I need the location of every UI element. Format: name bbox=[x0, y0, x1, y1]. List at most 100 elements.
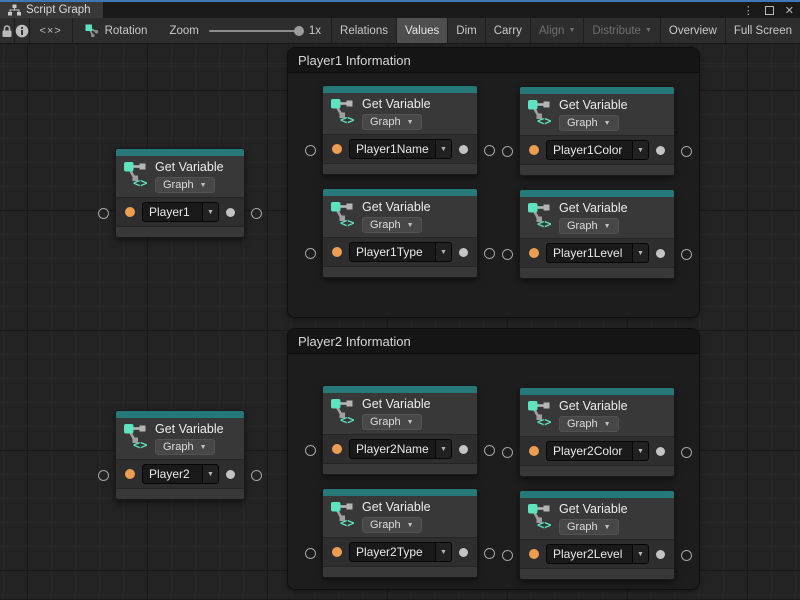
output-connection-point[interactable] bbox=[484, 248, 495, 259]
value-output-port[interactable] bbox=[226, 470, 235, 479]
variable-name-dropdown[interactable]: Player2Type ▼ bbox=[349, 542, 452, 562]
variable-dropdown-button[interactable]: ▼ bbox=[435, 440, 451, 458]
node-get-variable-player2[interactable]: <> Get Variable Graph ▼ Player2 ▼ bbox=[115, 410, 245, 500]
node-get-variable-player2color[interactable]: <> Get Variable Graph ▼ Player2Color ▼ bbox=[519, 387, 675, 477]
node-header-strip bbox=[520, 190, 674, 197]
input-connection-point[interactable] bbox=[305, 548, 316, 559]
toolbar-button-carry[interactable]: Carry bbox=[485, 18, 530, 43]
output-connection-point[interactable] bbox=[251, 470, 262, 481]
value-output-port[interactable] bbox=[459, 445, 468, 454]
variable-scope-dropdown[interactable]: Graph ▼ bbox=[559, 519, 619, 535]
value-output-port[interactable] bbox=[656, 550, 665, 559]
variable-scope-dropdown[interactable]: Graph ▼ bbox=[559, 416, 619, 432]
input-connection-point[interactable] bbox=[305, 145, 316, 156]
variable-dropdown-button[interactable]: ▼ bbox=[632, 244, 648, 262]
node-get-variable-player1[interactable]: <> Get Variable Graph ▼ Player1 ▼ bbox=[115, 148, 245, 238]
output-connection-point[interactable] bbox=[681, 447, 692, 458]
variable-scope-dropdown[interactable]: Graph ▼ bbox=[362, 414, 422, 430]
toolbar-button-overview[interactable]: Overview bbox=[660, 18, 725, 43]
input-connection-point[interactable] bbox=[502, 146, 513, 157]
output-connection-point[interactable] bbox=[251, 208, 262, 219]
variable-name-dropdown[interactable]: Player1Type ▼ bbox=[349, 242, 452, 262]
variable-name-dropdown[interactable]: Player2Name ▼ bbox=[349, 439, 452, 459]
variable-name-dropdown[interactable]: Player1Name ▼ bbox=[349, 139, 452, 159]
group-header[interactable]: Player1 Information bbox=[288, 48, 699, 73]
node-get-variable-player1name[interactable]: <> Get Variable Graph ▼ Player1Name ▼ bbox=[322, 85, 478, 175]
variable-scope-dropdown[interactable]: Graph ▼ bbox=[559, 115, 619, 131]
group-header[interactable]: Player2 Information bbox=[288, 329, 699, 354]
name-input-port[interactable] bbox=[529, 446, 539, 456]
node-get-variable-player2type[interactable]: <> Get Variable Graph ▼ Player2Type ▼ bbox=[322, 488, 478, 578]
lock-button[interactable] bbox=[0, 18, 15, 43]
name-input-port[interactable] bbox=[529, 549, 539, 559]
variable-scope-dropdown[interactable]: Graph ▼ bbox=[362, 517, 422, 533]
variable-dropdown-button[interactable]: ▼ bbox=[632, 141, 648, 159]
toolbar-button-full-screen[interactable]: Full Screen bbox=[725, 18, 800, 43]
name-input-port[interactable] bbox=[332, 444, 342, 454]
variable-dropdown-button[interactable]: ▼ bbox=[202, 203, 218, 221]
value-output-port[interactable] bbox=[656, 249, 665, 258]
menu-icon[interactable]: ⋮ bbox=[743, 4, 754, 17]
variable-dropdown-button[interactable]: ▼ bbox=[632, 442, 648, 460]
node-get-variable-player1color[interactable]: <> Get Variable Graph ▼ Player1Color ▼ bbox=[519, 86, 675, 176]
variable-name-dropdown[interactable]: Player2Color ▼ bbox=[546, 441, 649, 461]
connection-values-button[interactable]: <×> bbox=[30, 18, 73, 43]
zoom-slider-handle[interactable] bbox=[294, 26, 304, 36]
node-get-variable-player1type[interactable]: <> Get Variable Graph ▼ Player1Type ▼ bbox=[322, 188, 478, 278]
name-input-port[interactable] bbox=[332, 547, 342, 557]
node-get-variable-player2name[interactable]: <> Get Variable Graph ▼ Player2Name ▼ bbox=[322, 385, 478, 475]
output-connection-point[interactable] bbox=[681, 249, 692, 260]
value-output-port[interactable] bbox=[226, 208, 235, 217]
value-output-port[interactable] bbox=[459, 548, 468, 557]
input-connection-point[interactable] bbox=[305, 248, 316, 259]
value-output-port[interactable] bbox=[656, 447, 665, 456]
name-input-port[interactable] bbox=[125, 469, 135, 479]
variable-dropdown-button[interactable]: ▼ bbox=[632, 545, 648, 563]
value-output-port[interactable] bbox=[459, 145, 468, 154]
variable-name-dropdown[interactable]: Player1Level ▼ bbox=[546, 243, 649, 263]
variable-dropdown-button[interactable]: ▼ bbox=[202, 465, 218, 483]
variable-dropdown-button[interactable]: ▼ bbox=[435, 243, 451, 261]
info-button[interactable] bbox=[15, 18, 30, 43]
rotation-toggle[interactable]: Rotation bbox=[73, 18, 160, 43]
variable-name-dropdown[interactable]: Player2 ▼ bbox=[142, 464, 219, 484]
variable-scope-dropdown[interactable]: Graph ▼ bbox=[155, 439, 215, 455]
value-output-port[interactable] bbox=[459, 248, 468, 257]
node-get-variable-player2level[interactable]: <> Get Variable Graph ▼ Player2Level ▼ bbox=[519, 490, 675, 580]
output-connection-point[interactable] bbox=[681, 146, 692, 157]
output-connection-point[interactable] bbox=[681, 550, 692, 561]
output-connection-point[interactable] bbox=[484, 548, 495, 559]
node-get-variable-player1level[interactable]: <> Get Variable Graph ▼ Player1Level ▼ bbox=[519, 189, 675, 279]
variable-scope-dropdown[interactable]: Graph ▼ bbox=[155, 177, 215, 193]
variable-name-dropdown[interactable]: Player1Color ▼ bbox=[546, 140, 649, 160]
value-output-port[interactable] bbox=[656, 146, 665, 155]
name-input-port[interactable] bbox=[529, 248, 539, 258]
output-connection-point[interactable] bbox=[484, 145, 495, 156]
name-input-port[interactable] bbox=[332, 144, 342, 154]
variable-name-dropdown[interactable]: Player2Level ▼ bbox=[546, 544, 649, 564]
name-input-port[interactable] bbox=[125, 207, 135, 217]
input-connection-point[interactable] bbox=[502, 249, 513, 260]
graph-canvas[interactable]: Player1 Information Player2 Information … bbox=[0, 44, 800, 599]
variable-scope-dropdown[interactable]: Graph ▼ bbox=[559, 218, 619, 234]
variable-dropdown-button[interactable]: ▼ bbox=[435, 140, 451, 158]
input-connection-point[interactable] bbox=[502, 550, 513, 561]
toolbar-button-dim[interactable]: Dim bbox=[447, 18, 484, 43]
toolbar-button-values[interactable]: Values bbox=[396, 18, 447, 43]
close-icon[interactable]: ✕ bbox=[785, 4, 794, 17]
name-input-port[interactable] bbox=[529, 145, 539, 155]
variable-scope-dropdown[interactable]: Graph ▼ bbox=[362, 114, 422, 130]
input-connection-point[interactable] bbox=[502, 447, 513, 458]
tab-script-graph[interactable]: Script Graph bbox=[0, 2, 103, 18]
maximize-icon[interactable] bbox=[765, 6, 774, 15]
input-connection-point[interactable] bbox=[98, 470, 109, 481]
variable-scope-dropdown[interactable]: Graph ▼ bbox=[362, 217, 422, 233]
input-connection-point[interactable] bbox=[98, 208, 109, 219]
toolbar-button-relations[interactable]: Relations bbox=[331, 18, 396, 43]
variable-name-dropdown[interactable]: Player1 ▼ bbox=[142, 202, 219, 222]
variable-dropdown-button[interactable]: ▼ bbox=[435, 543, 451, 561]
name-input-port[interactable] bbox=[332, 247, 342, 257]
zoom-slider[interactable] bbox=[209, 30, 299, 32]
output-connection-point[interactable] bbox=[484, 445, 495, 456]
input-connection-point[interactable] bbox=[305, 445, 316, 456]
